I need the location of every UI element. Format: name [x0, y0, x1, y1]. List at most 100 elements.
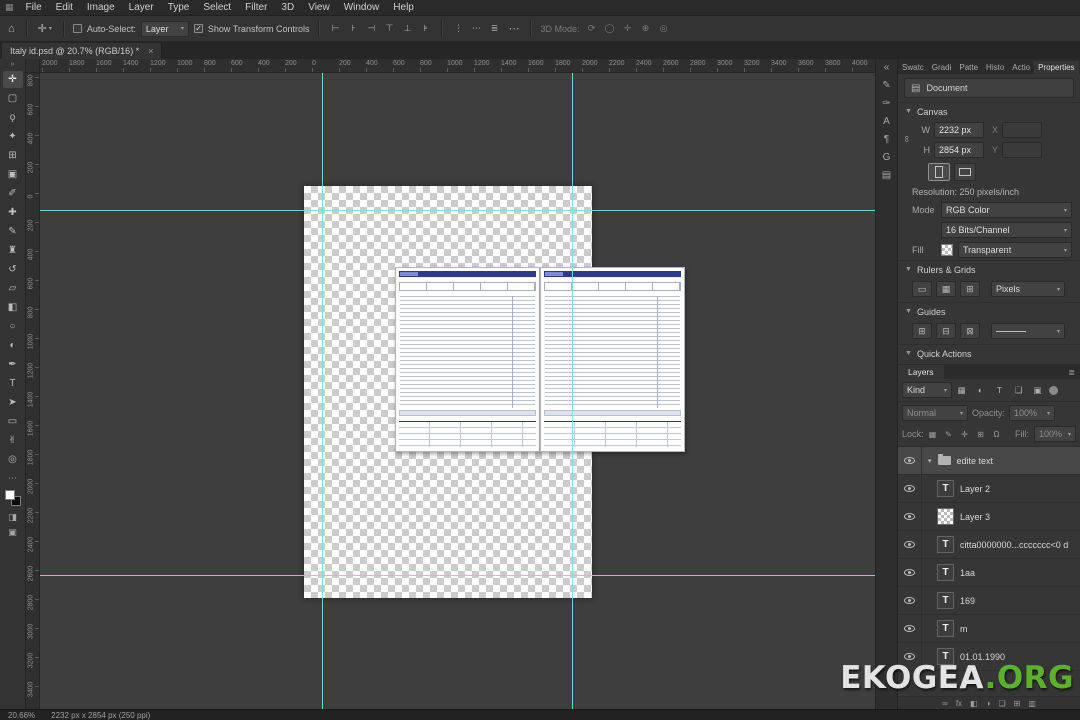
menu-item-edit[interactable]: Edit	[49, 0, 80, 15]
filter-pixel-layers-icon[interactable]: ▦	[954, 383, 969, 397]
guide-layout-icon[interactable]: ⊟	[936, 323, 956, 339]
glyphs-panel-icon[interactable]: G	[883, 152, 891, 163]
menu-item-3d[interactable]: 3D	[274, 0, 301, 15]
filter-adjustment-layers-icon[interactable]: ◐	[973, 383, 988, 397]
visibility-toggle[interactable]	[898, 559, 922, 586]
document-size[interactable]: 2232 px x 2854 px (250 ppi)	[51, 711, 150, 720]
guide-horizontal-2[interactable]	[40, 575, 875, 576]
lock-image-pixels-icon[interactable]: ✎	[943, 430, 955, 439]
canvas-height-input[interactable]: 2854 px	[934, 142, 984, 158]
tab-gradi[interactable]: Gradi	[928, 61, 956, 74]
layer-row[interactable]: T Layer 2	[898, 475, 1080, 503]
menu-item-filter[interactable]: Filter	[238, 0, 274, 15]
canvas[interactable]	[40, 73, 875, 709]
quick-mask-icon[interactable]: ◨	[8, 512, 17, 523]
menu-item-help[interactable]: Help	[386, 0, 421, 15]
rotate-3d-icon[interactable]: ⟳	[585, 23, 599, 34]
roll-3d-icon[interactable]: ◯	[603, 23, 617, 34]
align-right-icon[interactable]: ⊣	[364, 23, 378, 34]
menu-item-type[interactable]: Type	[161, 0, 197, 15]
tab-histo[interactable]: Histo	[982, 61, 1008, 74]
visibility-toggle[interactable]	[898, 475, 922, 502]
menu-item-layer[interactable]: Layer	[122, 0, 161, 15]
document-preview-page-2[interactable]	[540, 267, 685, 452]
opacity-select[interactable]: 100% ▾	[1009, 405, 1056, 421]
home-icon[interactable]: ⌂	[6, 23, 17, 35]
layer-row[interactable]: Tm	[898, 615, 1080, 643]
history-brush-tool-icon[interactable]: ↺	[3, 261, 23, 278]
move-tool-preset-icon[interactable]: ✛ ▾	[36, 22, 54, 35]
lock-artboard-icon[interactable]: ⊞	[975, 430, 987, 439]
hand-tool-icon[interactable]: ✌	[3, 432, 23, 449]
units-select[interactable]: Pixels ▾	[991, 281, 1065, 297]
layer-row[interactable]: T 1aa	[898, 559, 1080, 587]
guide-style-select[interactable]: ▾	[991, 323, 1065, 339]
close-tab-icon[interactable]: ×	[148, 46, 153, 56]
ruler-corner[interactable]	[26, 59, 40, 73]
visibility-toggle[interactable]	[898, 615, 922, 642]
section-guides[interactable]: ▼ Guides	[898, 302, 1080, 320]
distribute-spacing-icon[interactable]: ≣	[487, 23, 501, 34]
filter-kind-select[interactable]: Kind ▾	[902, 382, 952, 398]
guide-vertical-1[interactable]	[322, 73, 323, 709]
grid-settings-icon[interactable]: ⊞	[960, 281, 980, 297]
clear-guides-icon[interactable]: ⊠	[960, 323, 980, 339]
paragraph-panel-icon[interactable]: ¶	[884, 134, 889, 145]
brushes-panel-icon[interactable]: ✑	[882, 98, 890, 109]
show-transform-checkbox[interactable]	[193, 24, 203, 33]
filter-group-layers-icon[interactable]: ❏	[1011, 383, 1026, 397]
slide-3d-icon[interactable]: ⊕	[639, 23, 653, 34]
layer-row[interactable]: Layer 3	[898, 503, 1080, 531]
marquee-tool-icon[interactable]: ▢	[3, 90, 23, 107]
tab-layers[interactable]: Layers	[898, 365, 944, 379]
delete-layer-icon[interactable]: ▥	[1028, 699, 1036, 708]
align-top-icon[interactable]: ⊤	[382, 23, 396, 34]
foreground-color-swatch[interactable]	[4, 490, 15, 500]
canvas-width-input[interactable]: 2232 px	[934, 122, 984, 138]
pen-tool-icon[interactable]: ✒	[3, 356, 23, 373]
chevron-down-icon[interactable]: ▾	[928, 457, 932, 465]
add-layer-mask-icon[interactable]: ◧	[970, 699, 978, 708]
gradient-tool-icon[interactable]: ◧	[3, 299, 23, 316]
brush-settings-icon[interactable]: ✎	[882, 80, 890, 91]
layer-fill-select[interactable]: 100% ▾	[1034, 426, 1076, 442]
lock-transparent-pixels-icon[interactable]: ▦	[927, 430, 939, 439]
distribute-horizontal-icon[interactable]: ⋮	[451, 23, 465, 34]
align-bottom-icon[interactable]: ⊧	[418, 23, 432, 34]
document-preview-page-1[interactable]	[395, 267, 540, 452]
zoom-tool-icon[interactable]: ◎	[3, 451, 23, 468]
tab-swatc[interactable]: Swatc	[898, 61, 928, 74]
menu-item-select[interactable]: Select	[196, 0, 238, 15]
filter-smart-objects-icon[interactable]: ▣	[1030, 383, 1045, 397]
blur-tool-icon[interactable]: ○	[3, 318, 23, 335]
menu-item-image[interactable]: Image	[80, 0, 122, 15]
zoom-level[interactable]: 20.66%	[8, 711, 35, 720]
distribute-vertical-icon[interactable]: ⋯	[469, 23, 483, 34]
eraser-tool-icon[interactable]: ▱	[3, 280, 23, 297]
new-layer-icon[interactable]: ⊞	[1014, 699, 1021, 708]
new-guide-icon[interactable]: ⊞	[912, 323, 932, 339]
guide-vertical-2[interactable]	[572, 73, 573, 709]
guide-horizontal-1[interactable]	[40, 210, 875, 211]
portrait-orientation-button[interactable]	[928, 163, 950, 181]
color-swatches[interactable]	[4, 490, 21, 506]
visibility-toggle[interactable]	[898, 531, 922, 558]
edit-toolbar-icon[interactable]: ⋯	[8, 473, 17, 484]
document-tab[interactable]: Italy id.psd @ 20.7% (RGB/16) * ×	[2, 43, 163, 59]
tab-patte[interactable]: Patte	[955, 61, 982, 74]
link-dimensions-icon[interactable]: ∞	[902, 136, 912, 142]
align-center-h-icon[interactable]: ⊦	[346, 23, 360, 34]
filter-toggle-icon[interactable]	[1049, 385, 1058, 395]
rectangle-tool-icon[interactable]: ▭	[3, 413, 23, 430]
lock-all-icon[interactable]: Ω	[991, 430, 1003, 439]
toolbar-collapse-icon[interactable]: »	[11, 61, 15, 68]
path-selection-tool-icon[interactable]: ➤	[3, 394, 23, 411]
collapse-dock-icon[interactable]: «	[884, 62, 890, 73]
tab-properties[interactable]: Properties	[1034, 61, 1079, 74]
character-panel-icon[interactable]: A	[883, 116, 890, 127]
panel-menu-icon[interactable]: ≣	[1063, 368, 1080, 379]
scale-3d-icon[interactable]: ◎	[657, 23, 671, 34]
drag-3d-icon[interactable]: ✛	[621, 23, 635, 34]
tab-actio[interactable]: Actio	[1008, 61, 1034, 74]
auto-select-checkbox[interactable]	[72, 24, 82, 33]
